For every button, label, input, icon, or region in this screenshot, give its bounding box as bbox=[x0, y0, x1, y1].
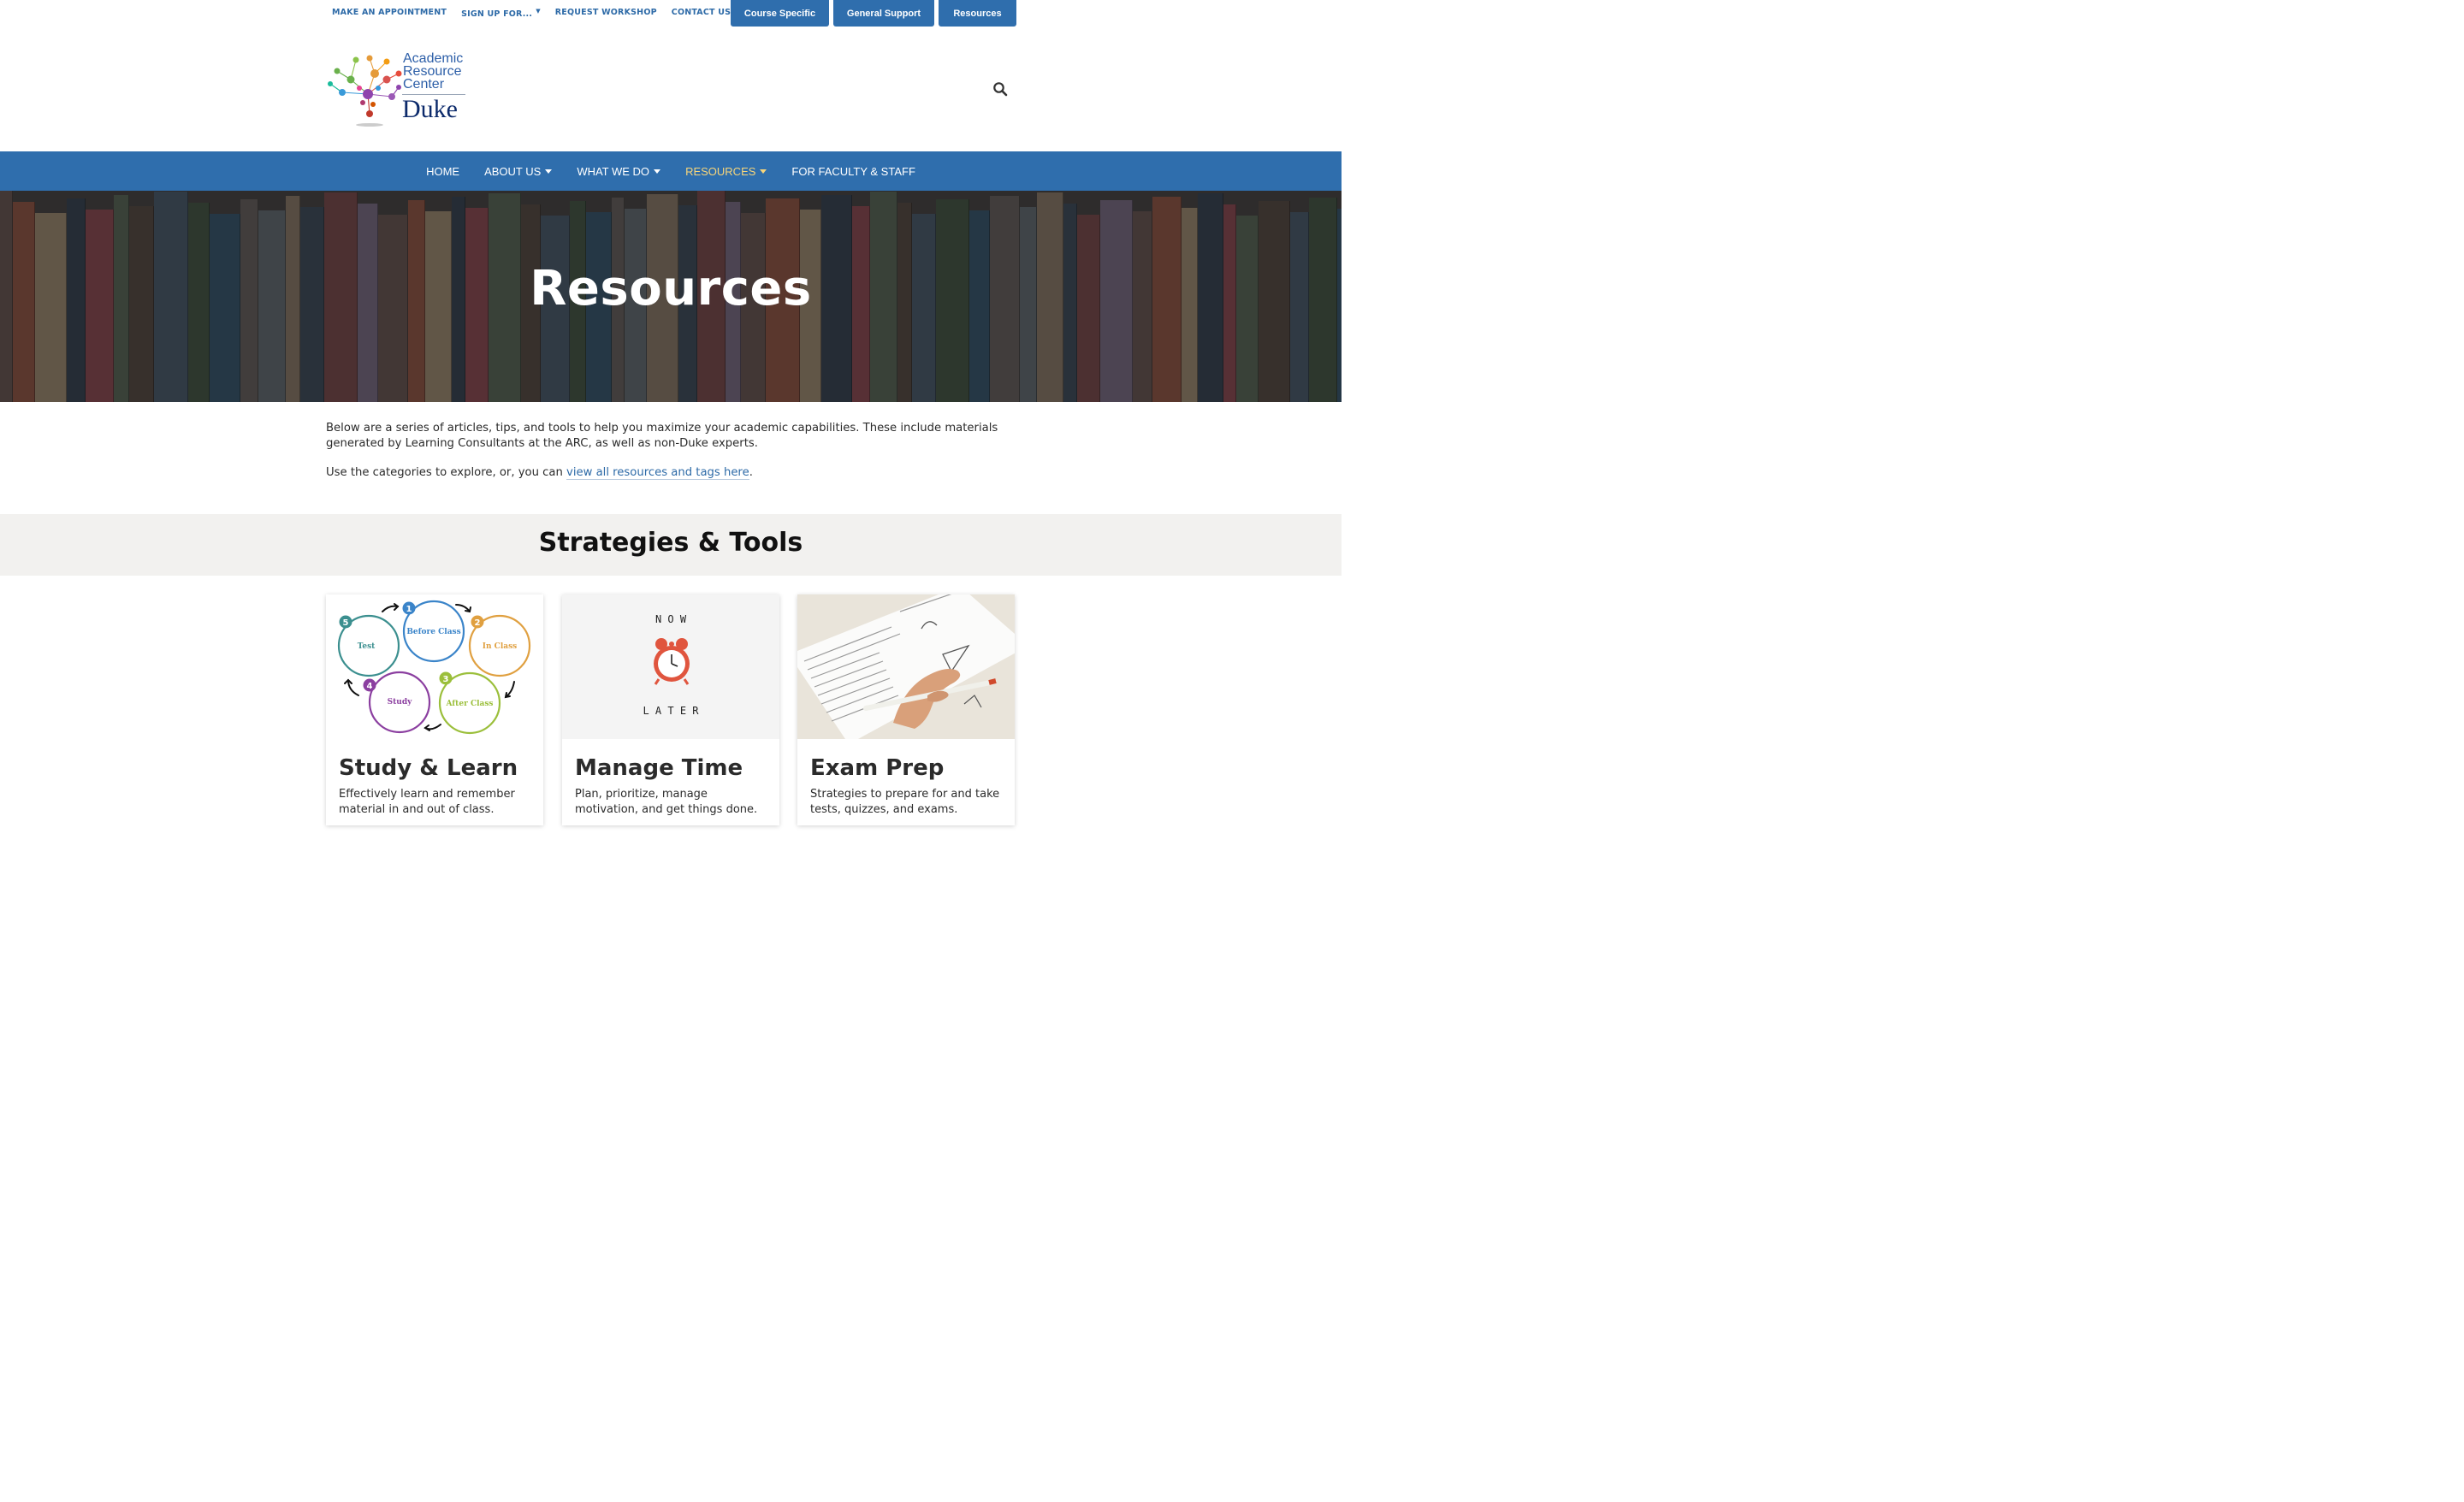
exam-paper-image bbox=[797, 594, 1015, 739]
intro-prefix: Use the categories to explore, or, you c… bbox=[326, 466, 567, 479]
card-manage-time[interactable]: N O W L A T E R Manage Time Plan, priori… bbox=[562, 594, 779, 825]
make-appointment-link[interactable]: MAKE AN APPOINTMENT bbox=[332, 8, 447, 19]
nav-what-we-do-label: WHAT WE DO bbox=[577, 164, 650, 178]
step-label: Study bbox=[388, 698, 412, 707]
view-all-resources-link[interactable]: view all resources and tags here bbox=[566, 466, 749, 480]
study-cycle-diagram: 1 2 3 4 5 Before Class In Class After Cl… bbox=[326, 594, 543, 739]
search-icon[interactable] bbox=[992, 81, 1008, 97]
caret-down-icon bbox=[545, 169, 553, 174]
intro-text: Below are a series of articles, tips, an… bbox=[326, 421, 1019, 495]
step-label: In Class bbox=[483, 642, 517, 651]
intro-suffix: . bbox=[749, 466, 753, 479]
logo-wordmark: Academic Resource Center bbox=[403, 51, 464, 92]
caret-down-icon: ▼ bbox=[536, 8, 541, 15]
utility-buttons: Course Specific General Support Resource… bbox=[731, 0, 1016, 27]
general-support-button[interactable]: General Support bbox=[833, 0, 934, 27]
page-title: Resources bbox=[530, 261, 812, 316]
nav-resources[interactable]: RESOURCES bbox=[685, 165, 767, 178]
nav-faculty-staff[interactable]: FOR FACULTY & STAFF bbox=[791, 165, 915, 178]
sign-up-label: SIGN UP FOR... bbox=[461, 9, 533, 20]
hero-banner: Resources bbox=[0, 191, 1342, 402]
nav-what-we-do[interactable]: WHAT WE DO bbox=[577, 164, 661, 178]
card-description: Strategies to prepare for and take tests… bbox=[810, 788, 1000, 816]
logo-line-2: Resource bbox=[403, 64, 462, 79]
logo-line-3: Center bbox=[403, 77, 445, 92]
step-label: After Class bbox=[445, 700, 493, 708]
nav-home[interactable]: HOME bbox=[426, 165, 459, 178]
request-workshop-link[interactable]: REQUEST WORKSHOP bbox=[555, 8, 657, 19]
step-label: Test bbox=[358, 642, 376, 651]
step-num: 3 bbox=[443, 675, 449, 684]
step-num: 2 bbox=[475, 618, 481, 628]
card-exam-prep[interactable]: Exam Prep Strategies to prepare for and … bbox=[797, 594, 1015, 825]
caret-down-icon bbox=[654, 169, 661, 174]
main-nav: HOME ABOUT US WHAT WE DO RESOURCES FOR F… bbox=[0, 151, 1342, 191]
logo-line-1: Academic bbox=[403, 51, 464, 66]
step-label: Before Class bbox=[406, 628, 460, 636]
later-text: L A T E R bbox=[643, 705, 699, 717]
card-description: Effectively learn and remember material … bbox=[339, 788, 515, 816]
caret-down-icon bbox=[760, 169, 767, 174]
card-study-learn[interactable]: 1 2 3 4 5 Before Class In Class After Cl… bbox=[326, 594, 543, 825]
course-specific-button[interactable]: Course Specific bbox=[731, 0, 829, 27]
utility-links: MAKE AN APPOINTMENT SIGN UP FOR... ▼ REQU… bbox=[332, 8, 731, 19]
card-title: Manage Time bbox=[575, 755, 743, 781]
nav-about-us[interactable]: ABOUT US bbox=[484, 164, 553, 178]
now-text: N O W bbox=[655, 613, 687, 625]
nav-about-us-label: ABOUT US bbox=[484, 164, 542, 178]
card-title: Exam Prep bbox=[810, 755, 945, 781]
section-title: Strategies & Tools bbox=[538, 528, 803, 558]
card-title: Study & Learn bbox=[339, 755, 518, 781]
intro-paragraph-2: Use the categories to explore, or, you c… bbox=[326, 465, 1019, 481]
step-num: 4 bbox=[367, 682, 373, 691]
card-description: Plan, prioritize, manage motivation, and… bbox=[575, 788, 758, 816]
logo-brand: Duke bbox=[402, 95, 458, 123]
sign-up-dropdown[interactable]: SIGN UP FOR... ▼ bbox=[461, 8, 541, 19]
step-num: 5 bbox=[343, 618, 349, 628]
step-num: 1 bbox=[406, 605, 412, 614]
alarm-clock-image: N O W L A T E R bbox=[562, 594, 779, 739]
intro-paragraph: Below are a series of articles, tips, an… bbox=[326, 422, 998, 450]
resources-button[interactable]: Resources bbox=[939, 0, 1016, 27]
nav-resources-label: RESOURCES bbox=[685, 164, 756, 178]
contact-us-link[interactable]: CONTACT US bbox=[672, 8, 731, 19]
